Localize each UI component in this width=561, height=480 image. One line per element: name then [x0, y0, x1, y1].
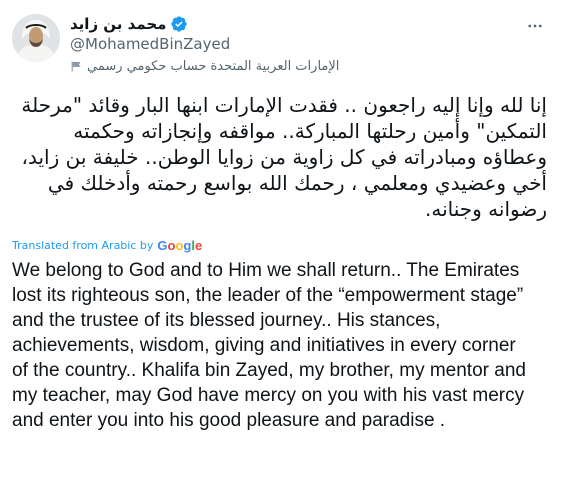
- google-logo: Google: [157, 238, 203, 253]
- translated-from-label: Translated from Arabic by: [12, 239, 154, 252]
- display-name[interactable]: محمد بن زايد: [70, 15, 166, 33]
- government-flag-icon: [70, 60, 83, 73]
- name-row: محمد بن زايد: [70, 14, 500, 34]
- tweet-header: محمد بن زايد @MohamedBinZayed الإمارات ا…: [70, 14, 500, 76]
- handle[interactable]: @MohamedBinZayed: [70, 34, 500, 54]
- tweet-card: محمد بن زايد @MohamedBinZayed الإمارات ا…: [0, 0, 561, 480]
- verified-badge-icon: [170, 15, 188, 33]
- translation-attribution[interactable]: Translated from Arabic by Google: [12, 238, 202, 253]
- avatar-portrait-icon: [12, 14, 60, 62]
- tweet-original-text: إنا لله وإنا إليه راجعون .. فقدت الإمارا…: [21, 93, 547, 221]
- avatar[interactable]: [12, 14, 60, 62]
- tweet-translation-text: We belong to God and to Him we shall ret…: [12, 260, 526, 431]
- affiliation-text: الإمارات العربية المتحدة حساب حكومي رسمي: [87, 58, 340, 74]
- affiliation-label: الإمارات العربية المتحدة حساب حكومي رسمي: [70, 56, 500, 76]
- more-options-icon[interactable]: [523, 14, 547, 38]
